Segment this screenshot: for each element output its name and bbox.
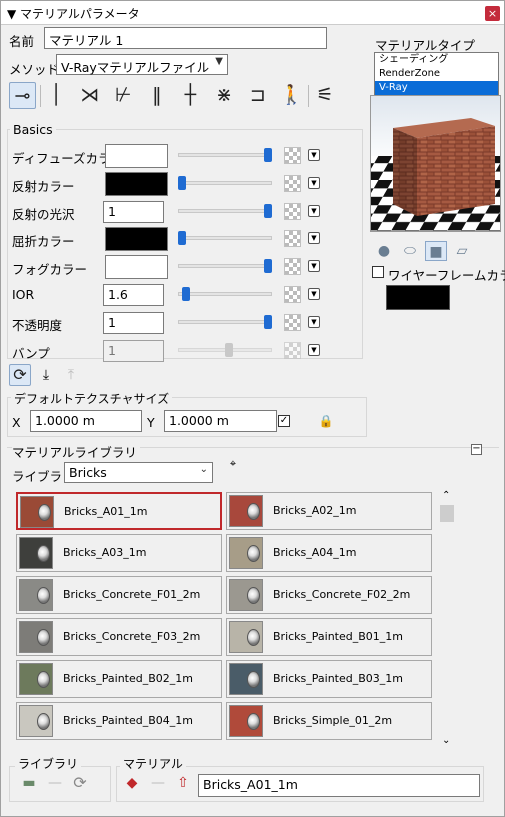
material-item-name: Bricks_A02_1m bbox=[273, 504, 357, 517]
material-ball-icon bbox=[247, 671, 260, 688]
material-item[interactable]: Bricks_Concrete_F01_2m bbox=[16, 576, 222, 614]
material-item[interactable]: Bricks_Concrete_F03_2m bbox=[16, 618, 222, 656]
close-button[interactable]: × bbox=[485, 6, 500, 21]
material-ball-icon bbox=[247, 629, 260, 646]
remove-icon[interactable]: — bbox=[47, 775, 63, 791]
material-item-name: Bricks_Painted_B04_1m bbox=[63, 714, 194, 727]
material-ball-icon bbox=[38, 504, 51, 521]
footer-material-title: マテリアル bbox=[120, 755, 186, 772]
material-thumbnail bbox=[19, 705, 53, 737]
plane-icon[interactable]: ▱ bbox=[451, 241, 473, 261]
material-parameters-window: ▼ マテリアルパラメータ × 名前 マテリアル 1 メソッド V-Rayマテリア… bbox=[0, 0, 505, 817]
collapse-icon[interactable]: − bbox=[471, 444, 482, 455]
material-item[interactable]: Bricks_A03_1m bbox=[16, 534, 222, 572]
material-item[interactable]: Bricks_A02_1m bbox=[226, 492, 432, 530]
footer-library-title: ライブラリ bbox=[15, 755, 82, 772]
remove-icon[interactable]: — bbox=[150, 775, 166, 791]
material-ball-icon bbox=[37, 713, 50, 730]
material-item[interactable]: Bricks_Simple_01_2m bbox=[226, 702, 432, 740]
material-thumbnail bbox=[19, 621, 53, 653]
material-thumbnail bbox=[229, 621, 263, 653]
scroll-down-icon[interactable]: ⌄ bbox=[442, 735, 450, 746]
material-item-name: Bricks_Concrete_F02_2m bbox=[273, 588, 411, 601]
material-thumbnail bbox=[19, 537, 53, 569]
material-item-name: Bricks_A03_1m bbox=[63, 546, 147, 559]
material-thumbnail bbox=[229, 579, 263, 611]
material-item[interactable]: Bricks_A04_1m bbox=[226, 534, 432, 572]
material-item-name: Bricks_Simple_01_2m bbox=[273, 714, 393, 727]
material-item[interactable]: Bricks_Painted_B01_1m bbox=[226, 618, 432, 656]
open-folder-icon[interactable]: ▬ bbox=[21, 775, 37, 791]
material-ball-icon bbox=[37, 629, 50, 646]
material-ball-icon bbox=[247, 713, 260, 730]
material-thumbnail bbox=[19, 579, 53, 611]
reload-icon[interactable]: ⟳ bbox=[72, 775, 88, 791]
material-thumbnail bbox=[20, 496, 54, 528]
material-ball-icon bbox=[37, 671, 50, 688]
material-item-name: Bricks_Painted_B01_1m bbox=[273, 630, 404, 643]
material-ball-icon bbox=[247, 503, 260, 520]
material-cube-icon[interactable]: ◆ bbox=[124, 775, 140, 791]
material-item-name: Bricks_Concrete_F01_2m bbox=[63, 588, 201, 601]
material-item[interactable]: Bricks_Painted_B02_1m bbox=[16, 660, 222, 698]
library-scrollbar[interactable]: ⌃ ⌄ bbox=[438, 490, 456, 749]
material-thumbnail bbox=[19, 663, 53, 695]
material-thumbnail bbox=[229, 495, 263, 527]
material-ball-icon bbox=[37, 587, 50, 604]
material-grid: Bricks_A01_1m Bricks_A02_1m Bricks_A03_1m B… bbox=[1, 1, 441, 746]
material-item[interactable]: Bricks_Painted_B03_1m bbox=[226, 660, 432, 698]
material-item[interactable]: Bricks_A01_1m bbox=[16, 492, 222, 530]
material-item-name: Bricks_Painted_B02_1m bbox=[63, 672, 194, 685]
upload-icon[interactable]: ⇧ bbox=[175, 775, 191, 791]
material-item-name: Bricks_A04_1m bbox=[273, 546, 357, 559]
material-ball-icon bbox=[247, 587, 260, 604]
current-material-field[interactable]: Bricks_A01_1m bbox=[198, 774, 480, 797]
material-item-name: Bricks_A01_1m bbox=[64, 505, 148, 518]
scroll-up-icon[interactable]: ⌃ bbox=[442, 490, 450, 501]
material-item[interactable]: Bricks_Concrete_F02_2m bbox=[226, 576, 432, 614]
material-item-name: Bricks_Concrete_F03_2m bbox=[63, 630, 201, 643]
material-item-name: Bricks_Painted_B03_1m bbox=[273, 672, 404, 685]
material-thumbnail bbox=[229, 705, 263, 737]
material-thumbnail bbox=[229, 663, 263, 695]
material-thumbnail bbox=[229, 537, 263, 569]
material-ball-icon bbox=[247, 545, 260, 562]
material-item[interactable]: Bricks_Painted_B04_1m bbox=[16, 702, 222, 740]
material-ball-icon bbox=[37, 545, 50, 562]
scroll-thumb[interactable] bbox=[440, 505, 454, 522]
